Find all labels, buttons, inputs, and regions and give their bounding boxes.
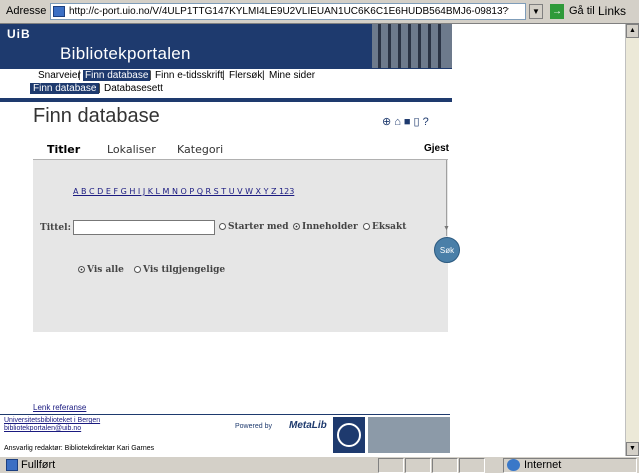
page-icon xyxy=(53,6,65,17)
nav-separator: | xyxy=(262,70,265,81)
radio-starter-med[interactable]: Starter med xyxy=(219,222,289,232)
photo-stripe xyxy=(438,24,441,68)
radio-label: Vis tilgjengelige xyxy=(143,265,226,275)
document-icon[interactable]: ▯ xyxy=(414,116,423,128)
url-dropdown-icon[interactable]: ▼ xyxy=(529,4,543,19)
search-form: A B C D E F G H I J K L M N O P Q R S T … xyxy=(33,160,448,332)
nav-separator: | xyxy=(222,70,225,81)
photo-stripe xyxy=(388,24,391,68)
status-bar: Fullført Internet xyxy=(0,456,639,473)
email-link[interactable]: bibliotekportalen@uib.no xyxy=(4,425,81,432)
zone-text: Internet xyxy=(524,459,562,471)
radio-eksakt[interactable]: Eksakt xyxy=(363,222,406,232)
editor-text: Ansvarlig redaktør: Bibliotekdirektør Ka… xyxy=(4,445,155,452)
search-button[interactable]: Søk xyxy=(434,237,460,263)
subnav-finn-database[interactable]: Finn database xyxy=(30,83,100,94)
tab-titler[interactable]: Titler xyxy=(47,143,80,156)
nav-separator: | xyxy=(149,70,152,81)
scroll-up-icon[interactable]: ▲ xyxy=(626,24,639,38)
sub-nav: Finn database | Databasesett Gjest xyxy=(0,82,452,154)
page-viewport: UiB Bibliotekportalen Snarveier | Finn d… xyxy=(0,24,625,456)
nav-finn-database[interactable]: Finn database xyxy=(83,70,151,81)
tool-icons: ⊕⌂■▯? xyxy=(382,115,432,128)
tab-kategori[interactable]: Kategori xyxy=(177,143,223,156)
photo-stripe xyxy=(428,24,431,68)
header-photo xyxy=(372,24,452,68)
link-reference[interactable]: Lenk referanse xyxy=(33,403,86,412)
main-nav: Snarveier | Finn database | Finn e-tidss… xyxy=(0,68,452,128)
radio-icon[interactable] xyxy=(134,266,141,273)
url-field[interactable]: http://c-port.uio.no/V/4ULP1TTG147KYLMI4… xyxy=(50,3,526,20)
status-pane xyxy=(432,458,458,473)
nav-flersok[interactable]: Flersøk xyxy=(229,70,262,81)
nav-separator: | xyxy=(78,70,81,81)
nav-mine-sider[interactable]: Mine sider xyxy=(269,70,315,81)
radio-label: Eksakt xyxy=(372,222,407,232)
photo-stripe xyxy=(378,24,381,68)
photo-stripe xyxy=(418,24,421,68)
title-label: Tittel: xyxy=(40,223,71,233)
header-banner: UiB Bibliotekportalen Snarveier | Finn d… xyxy=(0,24,452,154)
radio-icon[interactable] xyxy=(219,223,226,230)
vertical-scrollbar[interactable]: ▲ ▼ xyxy=(625,24,639,456)
address-label: Adresse xyxy=(6,5,47,17)
subnav-databasesett[interactable]: Databasesett xyxy=(104,83,163,94)
photo-stripe xyxy=(398,24,401,68)
nav-separator: | xyxy=(98,83,101,94)
org-link[interactable]: Universitetsbiblioteket i Bergen xyxy=(4,417,100,424)
status-text: Fullført xyxy=(21,459,56,471)
internet-zone-icon xyxy=(507,459,520,471)
radio-inneholder[interactable]: Inneholder xyxy=(293,222,358,232)
library-icon[interactable]: ⌂ xyxy=(394,116,404,128)
seal-circle xyxy=(337,423,361,447)
photo-stripe xyxy=(408,24,411,68)
radio-label: Vis alle xyxy=(87,265,124,275)
footer-image xyxy=(368,417,450,453)
status-pane xyxy=(459,458,485,473)
globe-icon[interactable]: ⊕ xyxy=(382,116,394,128)
status-pane xyxy=(378,458,404,473)
links-button[interactable]: Links xyxy=(598,4,626,18)
go-arrow-icon[interactable]: → xyxy=(550,4,564,19)
portal-title[interactable]: Bibliotekportalen xyxy=(60,44,191,64)
radio-label: Inneholder xyxy=(302,222,358,232)
footer: Universitetsbiblioteket i Bergen bibliot… xyxy=(0,414,450,456)
metalib-logo[interactable]: MetaLib xyxy=(289,420,327,431)
lock-icon[interactable]: ■ xyxy=(404,116,414,128)
radio-selected-icon[interactable] xyxy=(78,266,85,273)
title-input[interactable] xyxy=(73,220,215,235)
tab-lokaliser[interactable]: Lokaliser xyxy=(107,143,156,156)
nav-finn-e-tidsskrift[interactable]: Finn e-tidsskrift xyxy=(155,70,223,81)
radio-vis-alle[interactable]: Vis alle xyxy=(78,265,124,275)
uib-seal-icon xyxy=(333,417,365,453)
arrow-down-icon: ▼ xyxy=(443,225,450,232)
scroll-down-icon[interactable]: ▼ xyxy=(626,442,639,456)
page-title: Finn database xyxy=(33,105,160,127)
help-icon[interactable]: ? xyxy=(423,116,432,128)
radio-selected-icon[interactable] xyxy=(293,223,300,230)
powered-by: Powered by xyxy=(235,423,272,430)
search-tabs: Titler Lokaliser Kategori xyxy=(33,143,448,157)
go-button[interactable]: Gå til xyxy=(569,5,595,17)
url-text[interactable]: http://c-port.uio.no/V/4ULP1TTG147KYLMI4… xyxy=(69,6,509,17)
address-bar: Adresse http://c-port.uio.no/V/4ULP1TTG1… xyxy=(0,0,639,24)
radio-icon[interactable] xyxy=(363,223,370,230)
page-done-icon xyxy=(6,459,18,471)
nav-snarveier[interactable]: Snarveier xyxy=(38,70,81,81)
radio-vis-tilgjengelige[interactable]: Vis tilgjengelige xyxy=(134,265,225,275)
status-pane xyxy=(405,458,431,473)
alphabet-links[interactable]: A B C D E F G H I J K L M N O P Q R S T … xyxy=(73,187,294,196)
org-logo[interactable]: UiB xyxy=(7,27,31,41)
radio-label: Starter med xyxy=(228,222,289,232)
